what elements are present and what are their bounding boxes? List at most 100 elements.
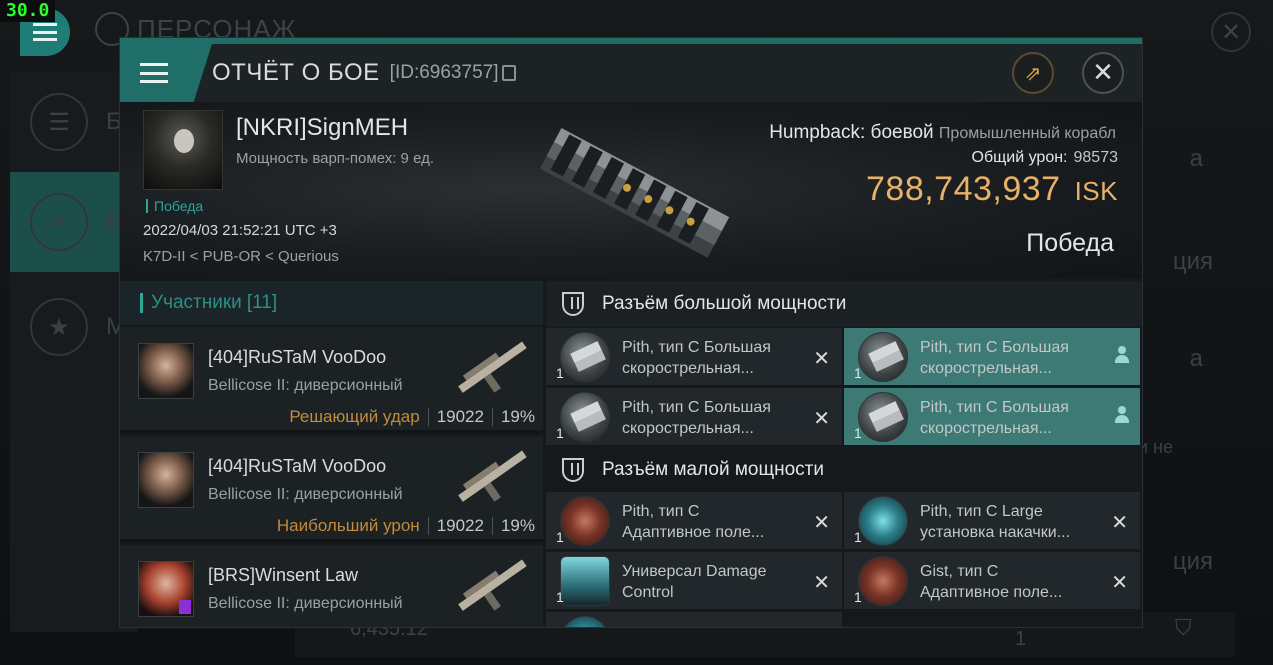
participant-percent: 19% [500, 407, 535, 426]
module-icon [560, 616, 610, 627]
participant-portrait [138, 452, 194, 508]
destroyed-icon: ✕ [813, 346, 830, 370]
stats-separator [491, 408, 493, 426]
module-name-line1: Pith, тип C [622, 503, 700, 520]
kill-datetime: 2022/04/03 21:52:21 UTC +3 [143, 222, 337, 239]
kill-location[interactable]: K7D-II < PUB-OR < Querious [143, 248, 339, 265]
bg-right-text-3: а [1189, 345, 1203, 372]
module-name-line2: скорострельная... [622, 360, 754, 377]
module-name-line1: Pith, тип C Большая [622, 399, 771, 416]
dropped-person-icon [1114, 406, 1130, 424]
fps-counter: 30.0 [0, 0, 56, 22]
filter-icon[interactable]: ⛉ [1175, 616, 1192, 641]
module-name: Pith, тип C Large установка накачки... [920, 501, 1100, 543]
participant-row[interactable]: [404]RuSTaM VooDoo Bellicose II: диверси… [120, 436, 543, 542]
bg-right-text-4: и не [1137, 437, 1173, 457]
copy-icon[interactable] [502, 65, 517, 81]
module-name-line2: установка накачки... [920, 524, 1071, 541]
participant-damage: 19022 [436, 516, 484, 535]
shield-hardener-icon [858, 556, 908, 606]
ship-image[interactable] [530, 122, 740, 262]
destroyed-icon: ✕ [813, 570, 830, 594]
module-name-line2: скорострельная... [622, 420, 754, 437]
stats-separator [427, 408, 429, 426]
bg-right-text-5: ция [1172, 548, 1213, 575]
dialog-menu-button[interactable] [120, 44, 212, 102]
participant-name: [BRS]Winsent Law [208, 565, 359, 585]
hamburger-icon [140, 63, 168, 83]
high-slot-icon [562, 292, 584, 316]
module-qty: 1 [556, 365, 564, 381]
hamburger-icon [33, 23, 57, 41]
module-qty: 1 [556, 589, 564, 605]
weapon-icon [458, 450, 527, 502]
weapon-icon [458, 341, 527, 393]
module-name: Pith, тип C Большая скорострельная... [920, 337, 1100, 379]
mid-slots-header: Разъём малой мощности [546, 447, 1142, 493]
close-icon: ✕ [1092, 58, 1114, 88]
module-name-line1: Pith, тип C Большая [920, 339, 1069, 356]
top-damage-label: Наибольший урон [276, 516, 420, 535]
stats-separator [427, 517, 429, 535]
module-qty: 1 [854, 365, 862, 381]
participants-header[interactable]: Участники [11] [120, 281, 543, 325]
high-slots-header: Разъём большой мощности [546, 281, 1142, 327]
module-name-line2: Control [622, 584, 674, 601]
participant-name: [404]RuSTaM VooDoo [208, 456, 387, 476]
module-name: Pith, тип C Адаптивное поле... [622, 501, 802, 543]
turret-icon [560, 392, 610, 442]
isk-value: 788,743,937 ISK [866, 170, 1118, 208]
module-qty: 1 [854, 425, 862, 441]
module-slot[interactable]: 1 Pith, тип C Адаптивное поле... ✕ [546, 492, 842, 549]
weapon-icon [458, 559, 527, 611]
module-slot[interactable]: 1 Pith, тип C Большая скорострельная... [844, 328, 1140, 385]
module-name-line1: Pith, тип C Large [920, 503, 1043, 520]
bg-right-text-1: а [1189, 145, 1203, 172]
role-badge-icon [179, 600, 191, 614]
participant-ship: Bellicose II: диверсионный [208, 595, 403, 612]
module-name-line2: Адаптивное поле... [920, 584, 1063, 601]
victim-portrait[interactable] [143, 110, 223, 190]
module-name-line2: скорострельная... [920, 360, 1052, 377]
victory-status: Победа [146, 199, 203, 213]
turret-icon [560, 332, 610, 382]
participant-row[interactable]: [BRS]Winsent Law Bellicose II: диверсион… [120, 545, 543, 627]
participant-row[interactable]: [404]RuSTaM VooDoo Bellicose II: диверси… [120, 327, 543, 433]
report-id: [ID:6963757] [389, 62, 499, 83]
module-slot[interactable]: 1 Gist, тип C Адаптивное поле... ✕ [844, 552, 1140, 609]
shield-hardener-icon [560, 496, 610, 546]
module-name: Pith, тип C Большая скорострельная... [622, 337, 802, 379]
module-name-line2: скорострельная... [920, 420, 1052, 437]
module-slot[interactable]: 1 Pith, тип C Большая скорострельная... ✕ [546, 388, 842, 445]
participant-percent: 19% [500, 516, 535, 535]
share-button[interactable]: ⇗ [1012, 52, 1054, 94]
module-slot-partial[interactable] [546, 612, 842, 627]
ship-type[interactable]: Humpback: боевой Промышленный корабл [769, 122, 1116, 144]
crossed-swords-icon: ✕ [30, 193, 88, 251]
participant-ship: Bellicose II: диверсионный [208, 486, 403, 503]
bg-bottom-count: 1 [1015, 628, 1027, 650]
victim-banner: [NKRI]SignMEH Мощность варп-помех: 9 ед.… [120, 102, 1142, 278]
star-badge-icon: ★ [30, 298, 88, 356]
module-name-line1: Pith, тип C Большая [622, 339, 771, 356]
shield-booster-icon [858, 496, 908, 546]
participants-label: Участники [151, 292, 242, 313]
module-slot[interactable]: 1 Pith, тип C Большая скорострельная... [844, 388, 1140, 445]
module-slot[interactable]: 1 Pith, тип C Большая скорострельная... ✕ [546, 328, 842, 385]
external-link-icon: ⇗ [1024, 61, 1042, 85]
participant-name: [404]RuSTaM VooDoo [208, 347, 387, 367]
module-slot[interactable]: 1 Универсал Damage Control ✕ [546, 552, 842, 609]
bg-close-button[interactable]: ✕ [1211, 12, 1251, 52]
fitting-panel: Разъём большой мощности 1 Pith, тип C Бо… [546, 281, 1142, 627]
module-slot[interactable]: 1 Pith, тип C Large установка накачки... … [844, 492, 1140, 549]
turret-icon [858, 332, 908, 382]
destroyed-icon: ✕ [813, 510, 830, 534]
close-button[interactable]: ✕ [1082, 52, 1124, 94]
victim-warp-strength: Мощность варп-помех: 9 ед. [236, 150, 434, 167]
participant-portrait [138, 343, 194, 399]
participant-stats: Наибольший урон 19022 19% [277, 516, 535, 536]
participants-list: [404]RuSTaM VooDoo Bellicose II: диверси… [120, 327, 543, 627]
victim-name[interactable]: [NKRI]SignMEH [236, 114, 408, 142]
result-label: Победа [1026, 229, 1114, 257]
participant-portrait [138, 561, 194, 617]
